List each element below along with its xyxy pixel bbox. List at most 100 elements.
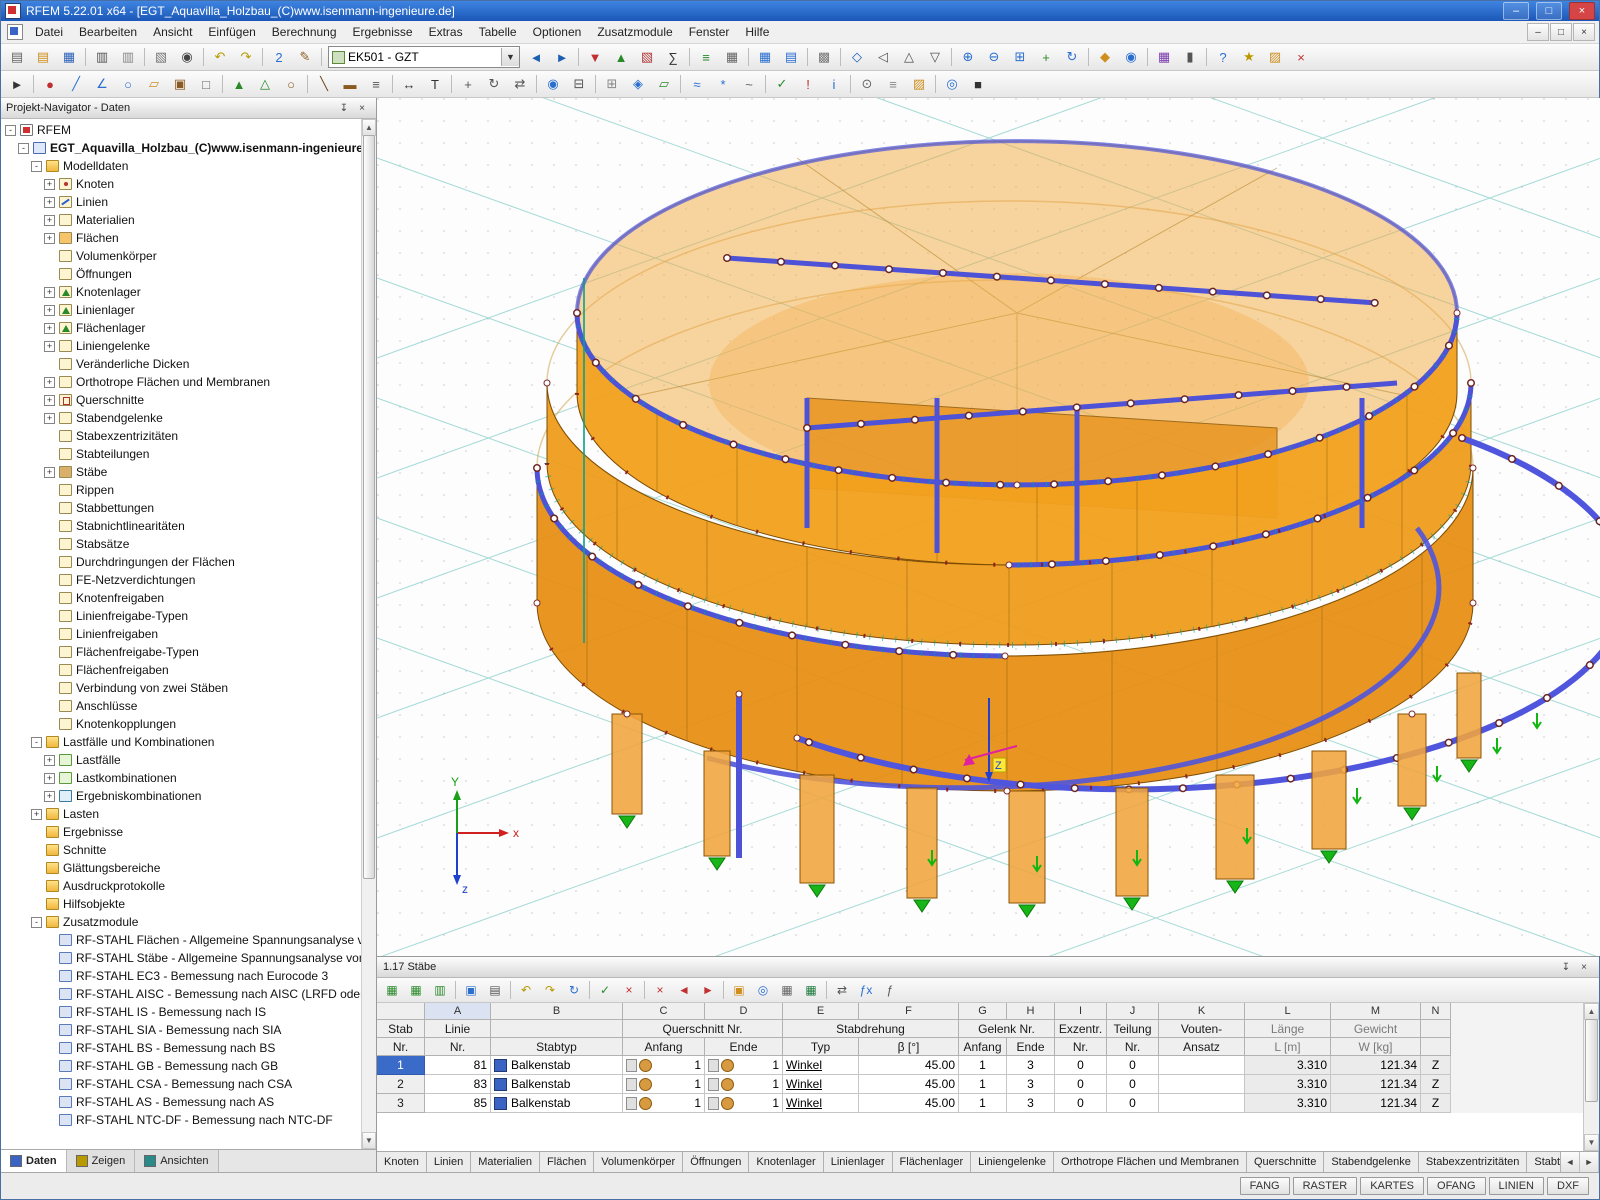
header-linie[interactable]: Linie [425,1020,491,1038]
show-loads-icon[interactable]: ▼ [582,45,608,69]
row-number[interactable]: 3 [377,1094,425,1113]
tree-expander[interactable]: + [44,467,55,478]
header-sub[interactable]: Nr. [425,1038,491,1056]
import-export-icon[interactable]: ⇄ [830,979,854,1001]
cell-gelenk-anfang[interactable]: 1 [959,1094,1007,1113]
tree-item[interactable]: Volumenkörper [1,247,361,265]
header-sub[interactable]: Nr. [1055,1038,1107,1056]
cell-exzentr[interactable]: 0 [1055,1094,1107,1113]
menu-item-fenster[interactable]: Fenster [681,23,738,41]
sheet-tab-fl-chenlager[interactable]: Flächenlager [893,1152,972,1172]
modules-icon[interactable]: ▦ [1151,45,1177,69]
column-letter-G[interactable]: G [959,1003,1007,1020]
column-letter-F[interactable]: F [859,1003,959,1020]
wind-load-icon[interactable]: ≈ [684,72,710,96]
view-all-icon[interactable]: ▤ [483,979,507,1001]
member-set-icon[interactable]: ≡ [363,72,389,96]
scroll-up-icon[interactable]: ▲ [362,119,376,136]
tree-item[interactable]: Stabsätze [1,535,361,553]
tree-item[interactable]: +Orthotrope Flächen und Membranen [1,373,361,391]
cell-vouten[interactable] [1159,1056,1245,1075]
menu-item-datei[interactable]: Datei [27,23,71,41]
sheet-tab-linien[interactable]: Linien [427,1152,471,1172]
cell-beta[interactable]: 45.00 [859,1075,959,1094]
printout-report-icon[interactable]: ▤ [778,45,804,69]
cell-typ[interactable]: Winkel [783,1056,859,1075]
cell-exzentr[interactable]: 0 [1055,1075,1107,1094]
header-teilung[interactable]: Teilung [1107,1020,1159,1038]
tree-item[interactable]: Stabbettungen [1,499,361,517]
tree-item[interactable]: Ausdruckprotokolle [1,877,361,895]
header-sub[interactable]: Nr. [1107,1038,1159,1056]
close-button[interactable]: × [1569,2,1595,20]
header-sub[interactable]: Stabtyp [491,1038,623,1056]
tree-expander[interactable]: + [31,809,42,820]
cell-koordsystem[interactable]: Z [1421,1094,1451,1113]
tree-item[interactable]: Stabnichtlinearitäten [1,517,361,535]
model-3d-viewport[interactable]: Z x Y z [377,98,1599,957]
cell-beta[interactable]: 45.00 [859,1056,959,1075]
sheet-tab-liniengelenke[interactable]: Liniengelenke [971,1152,1054,1172]
apply-icon[interactable]: ✓ [593,979,617,1001]
column-letter-A[interactable]: A [425,1003,491,1020]
tree-item[interactable]: +Lasten [1,805,361,823]
panel-toggle-icon[interactable]: ▮ [1177,45,1203,69]
mdi-document-icon[interactable] [7,24,23,40]
new-rib-icon[interactable]: ▬ [337,72,363,96]
favorites-icon[interactable]: ★ [1236,45,1262,69]
redo-icon[interactable]: ↷ [233,45,259,69]
menu-item-extras[interactable]: Extras [421,23,471,41]
header-sub[interactable]: Typ [783,1038,859,1056]
filler[interactable] [1451,1056,1583,1075]
new-line-icon[interactable]: ╱ [63,72,89,96]
tree-expander[interactable]: + [44,179,55,190]
clipping-plane-icon[interactable]: ⊟ [566,72,592,96]
sheet-tab-next-icon[interactable]: ► [1580,1152,1599,1172]
new-node-icon[interactable]: ● [37,72,63,96]
new-polyline-icon[interactable]: ∠ [89,72,115,96]
header-sub[interactable]: W [kg] [1331,1038,1421,1056]
work-plane-icon[interactable]: ▱ [651,72,677,96]
cell-stabtyp[interactable]: Balkenstab [491,1075,623,1094]
model-3d-view[interactable]: Z x Y z [377,98,1600,956]
column-letter-E[interactable]: E [783,1003,859,1020]
zoom-in-icon[interactable]: ⊕ [955,45,981,69]
delete-row-icon[interactable]: × [648,979,672,1001]
cell-querschnitt-ende[interactable]: 1 [705,1075,783,1094]
header-vouten[interactable]: Vouten- [1159,1020,1245,1038]
fx-formula-icon[interactable]: ƒx [854,979,878,1001]
tree-item[interactable]: -RFEM [1,121,361,139]
undo-icon[interactable]: ↶ [207,45,233,69]
tree-expander[interactable]: + [44,215,55,226]
view-y-icon[interactable]: △ [896,45,922,69]
sheet-tab-stabendgelenke[interactable]: Stabendgelenke [1324,1152,1419,1172]
coordinate-system-icon[interactable]: ◎ [939,72,965,96]
tree-item[interactable]: +Flächen [1,229,361,247]
status-toggle-ofang[interactable]: OFANG [1427,1177,1486,1195]
tree-item[interactable]: +Lastfälle [1,751,361,769]
edit-pencil-icon[interactable]: ✎ [292,45,318,69]
close-icon[interactable]: × [1575,959,1593,975]
screenshot-icon[interactable]: ◉ [174,45,200,69]
tree-item[interactable]: RF-STAHL CSA - Bemessung nach CSA [1,1075,361,1093]
tree-expander[interactable]: + [44,233,55,244]
tree-item[interactable]: Linienfreigabe-Typen [1,607,361,625]
cancel-icon[interactable]: × [617,979,641,1001]
cell-stabtyp[interactable]: Balkenstab [491,1094,623,1113]
pin-icon[interactable]: ↧ [335,100,353,116]
cell-vouten[interactable] [1159,1094,1245,1113]
navigator-tab-daten[interactable]: Daten [1,1150,67,1172]
view-x-icon[interactable]: ◁ [870,45,896,69]
calculator-icon[interactable]: ▦ [719,45,745,69]
menu-item-ansicht[interactable]: Ansicht [145,23,200,41]
tree-item[interactable]: Stabteilungen [1,445,361,463]
header-gelenk[interactable]: Gelenk Nr. [959,1020,1055,1038]
tree-item[interactable]: +Lastkombinationen [1,769,361,787]
tree-item[interactable]: Flächenfreigaben [1,661,361,679]
header-sub[interactable] [1421,1038,1451,1056]
view-in-model-icon[interactable]: ◎ [751,979,775,1001]
sheet-tab-knoten[interactable]: Knoten [377,1152,427,1172]
imperfection-icon[interactable]: ~ [736,72,762,96]
visibility-eye-icon[interactable]: ◉ [540,72,566,96]
menu-item-ergebnisse[interactable]: Ergebnisse [345,23,421,41]
